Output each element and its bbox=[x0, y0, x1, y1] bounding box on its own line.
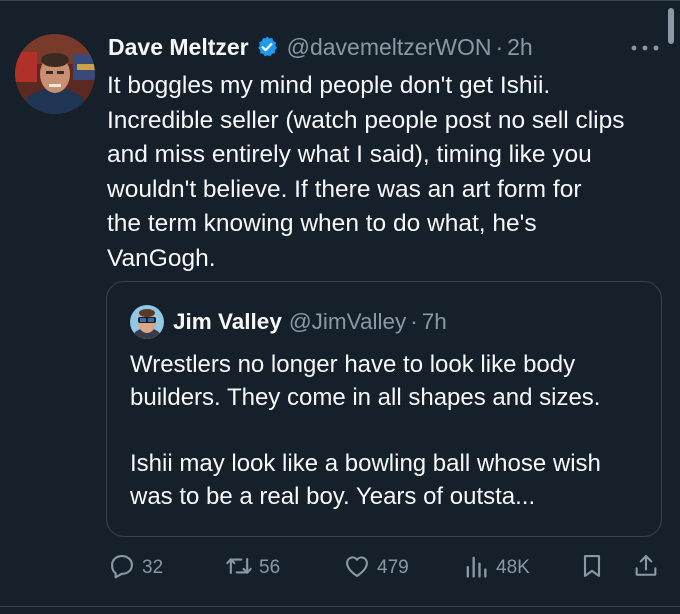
author-avatar[interactable] bbox=[15, 34, 95, 114]
reply-count: 32 bbox=[142, 557, 164, 578]
tweet-text: It boggles my mind people don't get Ishi… bbox=[107, 72, 625, 272]
quoted-author-avatar[interactable] bbox=[130, 305, 164, 339]
action-bar: 32 56 479 48K bbox=[0, 548, 680, 588]
quoted-tweet-time[interactable]: 7h bbox=[422, 309, 447, 335]
share-icon bbox=[632, 552, 660, 585]
quoted-author-handle[interactable]: @JimValley bbox=[289, 309, 406, 335]
quoted-paragraph-2: Ishii may look like a bowling ball whose… bbox=[130, 450, 601, 510]
bookmark-button[interactable] bbox=[578, 552, 606, 584]
tweet-time[interactable]: 2h bbox=[507, 34, 533, 61]
quoted-paragraph-1: Wrestlers no longer have to look like bo… bbox=[130, 351, 601, 411]
quoted-tweet-header: Jim Valley @JimValley · 7h bbox=[173, 306, 447, 338]
author-handle[interactable]: @davemeltzerWON bbox=[287, 34, 492, 61]
bottom-divider bbox=[0, 606, 680, 607]
views-count: 48K bbox=[496, 557, 530, 578]
quoted-tweet-text: Wrestlers no longer have to look like bo… bbox=[130, 348, 650, 513]
quoted-separator-dot: · bbox=[410, 309, 418, 334]
views-icon bbox=[462, 552, 490, 585]
quoted-tweet-card[interactable]: Jim Valley @JimValley · 7h Wrestlers no … bbox=[106, 281, 662, 537]
reply-icon bbox=[108, 552, 136, 585]
tweet-header: Dave Meltzer @davemeltzerWON · 2h bbox=[108, 30, 533, 64]
separator-dot: · bbox=[495, 33, 504, 60]
top-divider bbox=[0, 0, 680, 1]
more-options-icon[interactable] bbox=[626, 36, 664, 60]
author-avatar-image bbox=[15, 34, 95, 114]
like-count: 479 bbox=[377, 557, 409, 578]
like-button[interactable]: 479 bbox=[343, 552, 409, 584]
repost-icon bbox=[225, 552, 253, 585]
scrollbar[interactable] bbox=[668, 8, 674, 44]
share-button[interactable] bbox=[632, 552, 660, 584]
repost-button[interactable]: 56 bbox=[225, 552, 280, 584]
author-name[interactable]: Dave Meltzer bbox=[108, 34, 249, 61]
reply-button[interactable]: 32 bbox=[108, 552, 163, 584]
bookmark-icon bbox=[578, 552, 606, 585]
like-icon bbox=[343, 552, 371, 585]
verified-badge-icon bbox=[255, 35, 279, 59]
quoted-author-name[interactable]: Jim Valley bbox=[173, 309, 282, 335]
views-button[interactable]: 48K bbox=[462, 552, 530, 584]
repost-count: 56 bbox=[259, 557, 281, 578]
quoted-author-avatar-image bbox=[130, 305, 164, 339]
